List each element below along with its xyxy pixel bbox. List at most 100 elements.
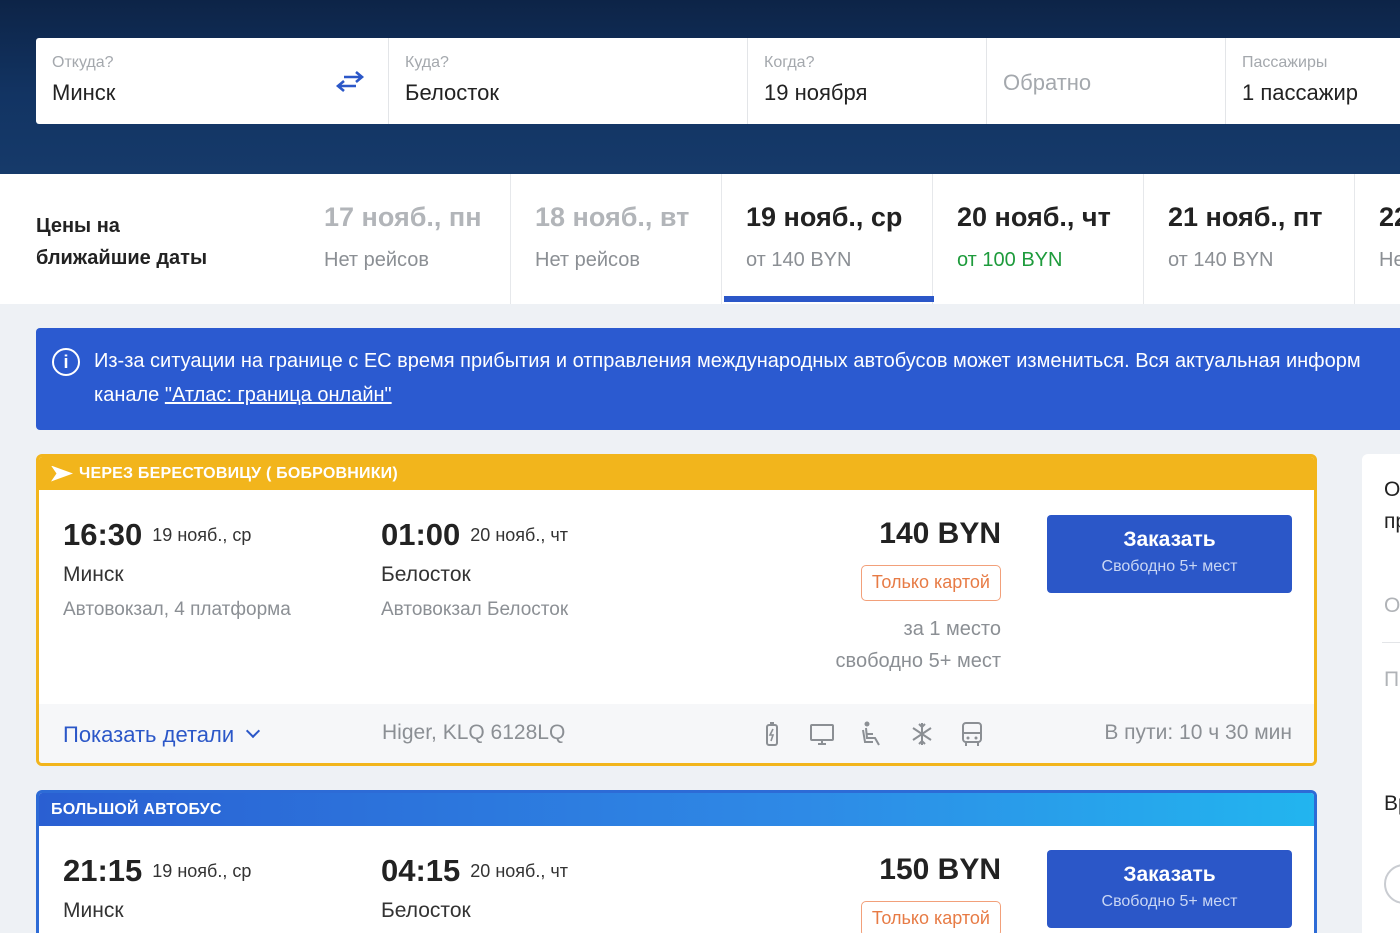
to-label: Куда? bbox=[405, 54, 449, 71]
screen-icon bbox=[810, 724, 834, 745]
trip-card: БОЛЬШОЙ АВТОБУС 21:15 19 нояб., ср Минск … bbox=[36, 790, 1317, 933]
date-option-17[interactable]: 17 нояб., пн Нет рейсов bbox=[300, 174, 511, 304]
date-option-date: 20 нояб., чт bbox=[957, 202, 1111, 232]
free-seats-label: свободно 5+ мест bbox=[835, 650, 1001, 672]
border-online-link[interactable]: "Атлас: граница онлайн" bbox=[165, 384, 392, 406]
passengers-value[interactable]: 1 пассажир bbox=[1242, 80, 1400, 106]
departure-date: 19 нояб., ср bbox=[152, 861, 252, 881]
header: Откуда? Минск Куда? Белосток Когда? 19 н… bbox=[0, 0, 1400, 174]
reclining-seat-icon bbox=[862, 721, 880, 746]
bus-icon bbox=[962, 722, 982, 746]
charger-icon bbox=[766, 722, 778, 746]
swap-icon[interactable] bbox=[334, 68, 366, 94]
arrival-time: 01:00 bbox=[381, 517, 461, 552]
radio-button[interactable] bbox=[1384, 864, 1400, 904]
arrival-time: 04:15 bbox=[381, 853, 461, 888]
nearby-dates-title-line1: Цены на bbox=[36, 215, 120, 237]
banner-text-line1: Из-за ситуации на границе с ЕС время при… bbox=[94, 350, 1361, 372]
flag-icon bbox=[51, 465, 73, 482]
search-form: Откуда? Минск Куда? Белосток Когда? 19 н… bbox=[36, 38, 1400, 124]
date-option-21[interactable]: 21 нояб., пт от 140 BYN bbox=[1144, 174, 1355, 304]
trip-card: ЧЕРЕЗ БЕРЕСТОВИЦУ ( БОБРОВНИКИ) 16:30 19 … bbox=[36, 454, 1317, 766]
order-button[interactable]: Заказать Свободно 5+ мест bbox=[1047, 515, 1292, 593]
trip-tag-label: ЧЕРЕЗ БЕРЕСТОВИЦУ ( БОБРОВНИКИ) bbox=[79, 464, 398, 482]
side-panel: О пр О П Вр bbox=[1362, 454, 1400, 933]
side-text-1: О bbox=[1384, 478, 1400, 501]
date-option-19-selected[interactable]: 19 нояб., ср от 140 BYN bbox=[722, 174, 933, 304]
side-text-2: пр bbox=[1384, 510, 1400, 533]
per-seat-label: за 1 место bbox=[903, 618, 1001, 640]
passengers-label: Пассажиры bbox=[1242, 54, 1328, 71]
date-option-date: 19 нояб., ср bbox=[746, 202, 903, 232]
info-icon: i bbox=[52, 348, 80, 376]
bus-model: Higer, KLQ 6128LQ bbox=[382, 721, 566, 744]
card-only-badge: Только картой bbox=[860, 901, 1001, 933]
show-details-link[interactable]: Показать детали bbox=[63, 722, 261, 748]
from-value[interactable]: Минск bbox=[52, 80, 372, 106]
order-button-label: Заказать bbox=[1123, 528, 1216, 551]
trip-tag: ЧЕРЕЗ БЕРЕСТОВИЦУ ( БОБРОВНИКИ) bbox=[39, 457, 1314, 490]
departure-time: 16:30 bbox=[63, 517, 143, 552]
arrival-station: Автовокзал Белосток bbox=[381, 599, 569, 620]
trip-tag: БОЛЬШОЙ АВТОБУС bbox=[39, 793, 1314, 826]
departure-time: 21:15 bbox=[63, 853, 143, 888]
arrival-block: 04:15 20 нояб., чт Белосток bbox=[381, 853, 568, 923]
selected-date-indicator bbox=[724, 296, 934, 302]
date-label: Когда? bbox=[764, 54, 815, 71]
departure-block: 21:15 19 нояб., ср Минск bbox=[63, 853, 251, 923]
side-text-5: Вр bbox=[1384, 792, 1400, 815]
date-option-price: от 140 BYN bbox=[746, 249, 852, 271]
to-value[interactable]: Белосток bbox=[405, 80, 731, 106]
price-per-seat: за 1 место свободно 5+ мест bbox=[836, 613, 1001, 677]
departure-date: 19 нояб., ср bbox=[152, 525, 252, 545]
order-button-label: Заказать bbox=[1123, 863, 1216, 886]
nearby-dates-title: Цены на ближайшие даты bbox=[36, 210, 266, 274]
from-field[interactable]: Откуда? Минск bbox=[36, 38, 389, 124]
return-field[interactable]: Обратно bbox=[987, 38, 1226, 124]
trip-price: 140 BYN bbox=[879, 517, 1001, 550]
trip-duration: В пути: 10 ч 30 мин bbox=[1104, 721, 1292, 744]
banner-text-line2: канале "Атлас: граница онлайн" bbox=[94, 384, 392, 407]
departure-city: Минск bbox=[63, 563, 124, 586]
air-conditioning-icon bbox=[912, 723, 932, 745]
show-details-label: Показать детали bbox=[63, 722, 235, 747]
order-button-seats: Свободно 5+ мест bbox=[1101, 893, 1238, 910]
to-field[interactable]: Куда? Белосток bbox=[389, 38, 748, 124]
date-option-date: 22 bbox=[1379, 202, 1400, 232]
arrival-date: 20 нояб., чт bbox=[470, 525, 568, 545]
date-option-18[interactable]: 18 нояб., вт Нет рейсов bbox=[511, 174, 722, 304]
date-option-price: Нет рейсов bbox=[535, 249, 641, 271]
chevron-down-icon bbox=[246, 723, 261, 739]
return-placeholder[interactable]: Обратно bbox=[1003, 70, 1209, 96]
date-option-price: от 100 BYN bbox=[957, 249, 1063, 271]
date-option-22[interactable]: 22 Не bbox=[1355, 174, 1400, 304]
departure-block: 16:30 19 нояб., ср Минск Автовокзал, 4 пл… bbox=[63, 517, 291, 621]
date-option-price: Нет рейсов bbox=[324, 249, 430, 271]
trip-footer: Показать детали Higer, KLQ 6128LQ В пути… bbox=[39, 704, 1314, 763]
arrival-city: Белосток bbox=[381, 899, 471, 922]
date-option-date: 21 нояб., пт bbox=[1168, 202, 1323, 232]
date-option-date: 17 нояб., пн bbox=[324, 202, 482, 232]
nearby-dates-title-line2: ближайшие даты bbox=[36, 247, 208, 269]
arrival-date: 20 нояб., чт bbox=[470, 861, 568, 881]
nearby-dates: Цены на ближайшие даты 17 нояб., пн Нет … bbox=[0, 174, 1400, 304]
trip-price: 150 BYN bbox=[879, 853, 1001, 886]
card-only-badge: Только картой bbox=[860, 565, 1001, 601]
from-label: Откуда? bbox=[52, 54, 114, 71]
passengers-field[interactable]: Пассажиры 1 пассажир bbox=[1226, 38, 1400, 124]
departure-station: Автовокзал, 4 платформа bbox=[63, 599, 291, 620]
side-divider bbox=[1382, 642, 1400, 643]
arrival-block: 01:00 20 нояб., чт Белосток Автовокзал Бе… bbox=[381, 517, 568, 621]
date-value[interactable]: 19 ноября bbox=[764, 80, 970, 106]
date-option-price: Не bbox=[1379, 249, 1400, 271]
order-button-seats: Свободно 5+ мест bbox=[1101, 558, 1238, 575]
date-option-price: от 140 BYN bbox=[1168, 249, 1274, 271]
banner-text-prefix: канале bbox=[94, 384, 165, 406]
departure-city: Минск bbox=[63, 899, 124, 922]
date-option-20[interactable]: 20 нояб., чт от 100 BYN bbox=[933, 174, 1144, 304]
date-field[interactable]: Когда? 19 ноября bbox=[748, 38, 987, 124]
arrival-city: Белосток bbox=[381, 563, 471, 586]
order-button[interactable]: Заказать Свободно 5+ мест bbox=[1047, 850, 1292, 928]
side-text-4[interactable]: П bbox=[1384, 668, 1399, 692]
side-text-3[interactable]: О bbox=[1384, 594, 1400, 618]
